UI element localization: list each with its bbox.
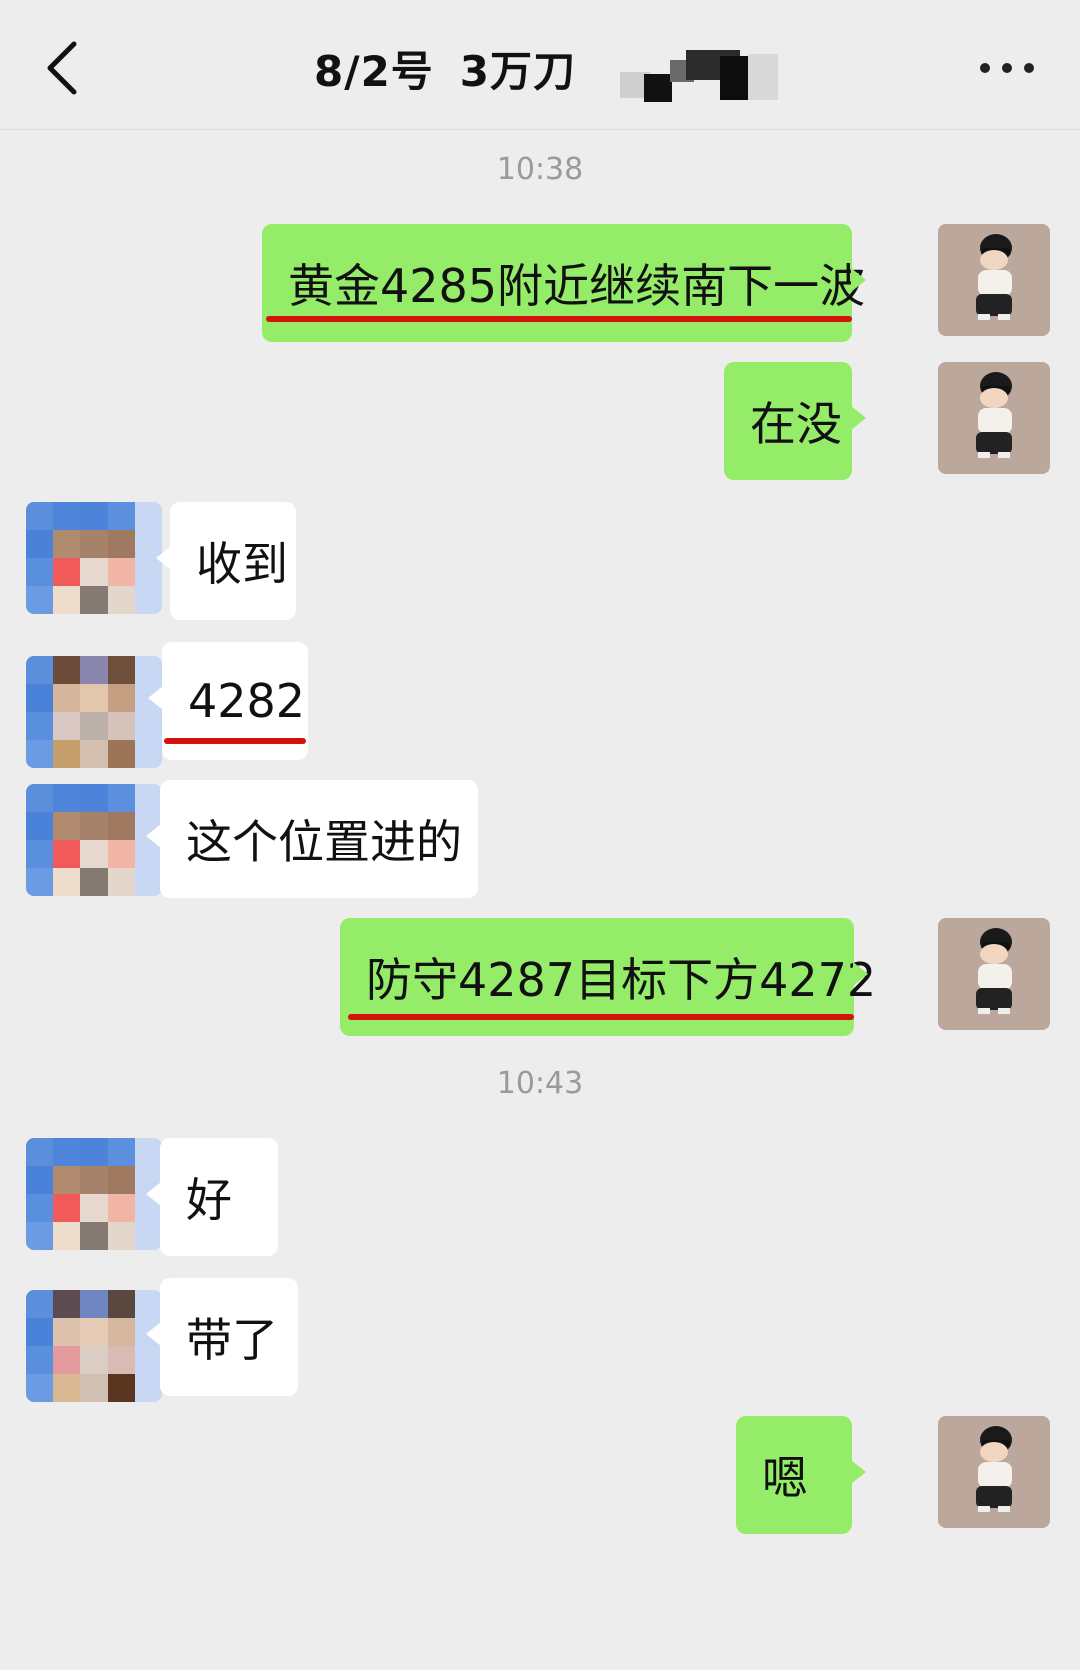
message-bubble[interactable]: 嗯 [736,1416,866,1534]
message-bubble[interactable]: 好 [146,1138,278,1256]
timestamp: 10:43 [496,1066,584,1101]
message-bubble[interactable]: 黄金4285附近继续南下一波 [262,224,866,342]
title-date: 8/2号 [314,47,434,96]
message-text: 好 [186,1173,232,1227]
message-text: 防守4287目标下方4272 [366,953,877,1007]
message-bubble[interactable]: 带了 [146,1278,298,1396]
message-text: 这个位置进的 [186,815,462,869]
message-bubble[interactable]: 收到 [156,502,296,620]
message-text: 嗯 [762,1451,808,1505]
message-text: 收到 [196,537,288,591]
chat-header: 8/2号 3万刀 [0,0,1080,130]
chevron-left-icon[interactable] [40,38,84,98]
message-text: 在没 [750,397,842,451]
my-avatar[interactable] [938,918,1050,1030]
annotation-underline [348,1014,854,1020]
contact-avatar[interactable] [26,784,162,896]
timestamp: 10:38 [496,152,584,187]
message-text: 黄金4285附近继续南下一波 [288,259,866,313]
redacted-name [620,50,784,106]
contact-avatar[interactable] [26,1138,162,1250]
message-text: 4282 [188,674,306,728]
title-amount: 3万刀 [459,47,577,96]
contact-avatar[interactable] [26,656,162,768]
chat-title: 8/2号 3万刀 [314,38,576,99]
my-avatar[interactable] [938,1416,1050,1528]
contact-avatar[interactable] [26,1290,162,1402]
message-bubble[interactable]: 这个位置进的 [146,780,478,898]
annotation-underline [164,738,306,744]
message-text: 带了 [186,1313,278,1367]
my-avatar[interactable] [938,224,1050,336]
contact-avatar[interactable] [26,502,162,614]
message-bubble[interactable]: 在没 [724,362,866,480]
my-avatar[interactable] [938,362,1050,474]
more-dots-icon[interactable] [980,56,1040,80]
annotation-underline [266,316,852,322]
